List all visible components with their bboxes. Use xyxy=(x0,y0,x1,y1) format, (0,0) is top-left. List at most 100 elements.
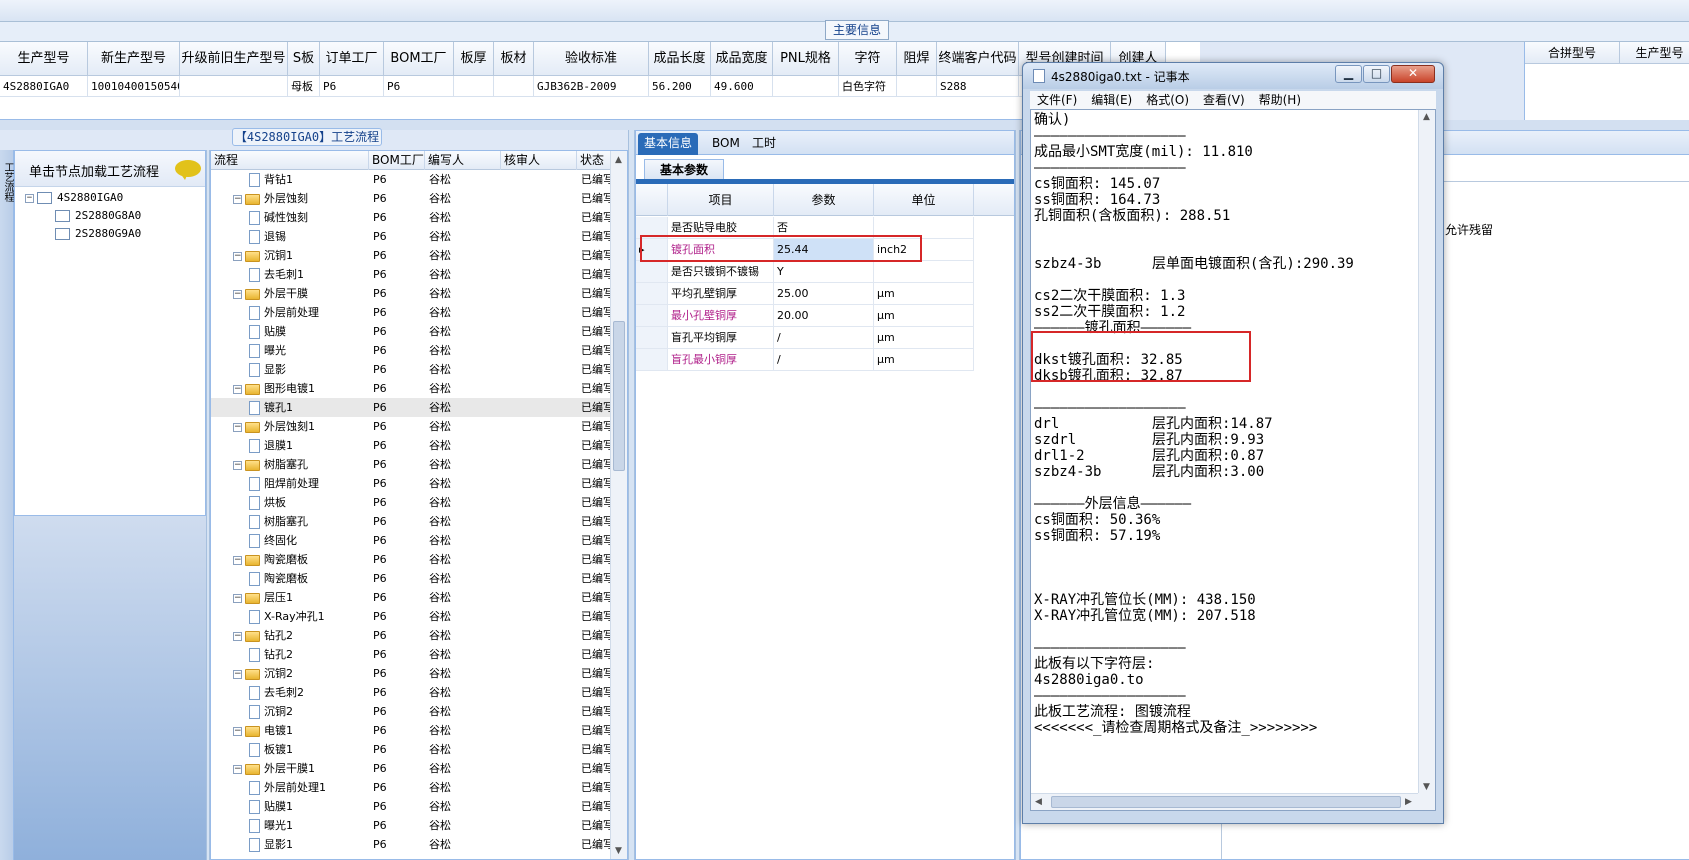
flow-row[interactable]: 树脂塞孔 P6 谷松 已编写 xyxy=(211,512,611,531)
flow-row[interactable]: 去毛刺2 P6 谷松 已编写 xyxy=(211,683,611,702)
main-col-header[interactable]: 板材 xyxy=(494,42,534,76)
row-indicator[interactable] xyxy=(636,261,668,283)
tab-bom[interactable]: BOM xyxy=(706,133,746,155)
tab-work-hours[interactable]: 工时 xyxy=(746,133,782,155)
notepad-menu-item[interactable]: 文件(F) xyxy=(1030,91,1084,109)
flow-step-cell[interactable]: − 树脂塞孔 xyxy=(233,455,369,474)
close-button[interactable]: ✕ xyxy=(1391,65,1435,83)
flow-row[interactable]: − 外层蚀刻 P6 谷松 已编写 xyxy=(211,189,611,208)
col-item[interactable]: 项目 xyxy=(668,184,774,216)
main-grid-data-row[interactable]: 4S2880IGA0 10010400150540 母板 P6 P6 GJB362B-20… xyxy=(0,76,1166,97)
main-col-header[interactable]: 升级前旧生产型号 xyxy=(180,42,288,76)
flow-step-cell[interactable]: 贴膜1 xyxy=(249,797,369,816)
main-col-header[interactable]: PNL规格 xyxy=(773,42,839,76)
collapse-icon[interactable]: − xyxy=(233,555,242,565)
collapse-icon[interactable]: − xyxy=(233,422,242,432)
flow-row[interactable]: 显影 P6 谷松 已编写 xyxy=(211,360,611,379)
main-cell[interactable]: 白色字符 xyxy=(839,76,897,97)
vertical-splitter[interactable] xyxy=(628,130,635,860)
flow-step-cell[interactable]: − 钻孔2 xyxy=(233,626,369,645)
flow-col-header[interactable]: BOM工厂 xyxy=(369,151,425,170)
flow-row[interactable]: 外层前处理1 P6 谷松 已编写 xyxy=(211,778,611,797)
param-value-cell[interactable]: 20.00 xyxy=(774,305,874,327)
flow-step-cell[interactable]: 贴膜 xyxy=(249,322,369,341)
main-col-header[interactable]: 终端客户代码 xyxy=(937,42,1019,76)
main-col-header[interactable]: 生产型号 xyxy=(0,42,88,76)
collapse-icon[interactable]: − xyxy=(233,194,242,204)
col-unit[interactable]: 单位 xyxy=(874,184,974,216)
main-cell[interactable]: S288 xyxy=(937,76,1019,97)
notepad-menu-item[interactable]: 帮助(H) xyxy=(1252,91,1308,109)
scroll-left-icon[interactable]: ◀ xyxy=(1035,797,1042,807)
param-value-cell[interactable]: / xyxy=(774,349,874,371)
param-row[interactable]: 盲孔平均铜厚 / μm xyxy=(636,327,1014,349)
flow-step-cell[interactable]: − 外层蚀刻 xyxy=(233,189,369,208)
flow-step-cell[interactable]: 外层前处理 xyxy=(249,303,369,322)
flow-col-header[interactable]: 流程 xyxy=(211,151,369,170)
flow-step-cell[interactable]: 终固化 xyxy=(249,531,369,550)
param-row[interactable]: 是否只镀铜不镀锡 Y xyxy=(636,261,1014,283)
col-value[interactable]: 参数 xyxy=(774,184,874,216)
flow-row[interactable]: − 层压1 P6 谷松 已编写 xyxy=(211,588,611,607)
flow-step-cell[interactable]: 阻焊前处理 xyxy=(249,474,369,493)
collapse-icon[interactable]: − xyxy=(233,764,242,774)
main-col-header[interactable]: 板厚 xyxy=(454,42,494,76)
flow-vertical-scrollbar[interactable]: ▲ ▼ xyxy=(610,151,627,859)
flow-row[interactable]: 贴膜1 P6 谷松 已编写 xyxy=(211,797,611,816)
row-indicator[interactable] xyxy=(636,305,668,327)
flow-step-cell[interactable]: 去毛刺1 xyxy=(249,265,369,284)
flow-row[interactable]: 退锡 P6 谷松 已编写 xyxy=(211,227,611,246)
collapse-icon[interactable]: − xyxy=(25,193,34,203)
main-cell[interactable]: GJB362B-2009 xyxy=(534,76,649,97)
notepad-hscroll-thumb[interactable] xyxy=(1051,796,1401,808)
flow-row[interactable]: − 沉铜2 P6 谷松 已编写 xyxy=(211,664,611,683)
main-col-header[interactable]: 订单工厂 xyxy=(320,42,384,76)
collapse-icon[interactable]: − xyxy=(233,251,242,261)
flow-step-cell[interactable]: 曝光 xyxy=(249,341,369,360)
flow-row[interactable]: 钻孔2 P6 谷松 已编写 xyxy=(211,645,611,664)
flow-row[interactable]: 外层前处理 P6 谷松 已编写 xyxy=(211,303,611,322)
flow-row[interactable]: − 电镀1 P6 谷松 已编写 xyxy=(211,721,611,740)
flow-step-cell[interactable]: − 外层干膜 xyxy=(233,284,369,303)
notepad-titlebar[interactable]: 4s2880iga0.txt - 记事本 ▁ □ ✕ xyxy=(1023,63,1443,89)
flow-step-cell[interactable]: 陶瓷磨板 xyxy=(249,569,369,588)
param-row[interactable]: 盲孔最小铜厚 / μm xyxy=(636,349,1014,371)
flow-row[interactable]: 显影1 P6 谷松 已编写 xyxy=(211,835,611,854)
param-row[interactable]: 最小孔壁铜厚 20.00 μm xyxy=(636,305,1014,327)
main-cell[interactable]: 4S2880IGA0 xyxy=(0,76,88,97)
main-cell[interactable] xyxy=(897,76,937,97)
notepad-vertical-scrollbar[interactable]: ▲ ▼ xyxy=(1418,110,1435,794)
main-col-header[interactable]: 新生产型号 xyxy=(88,42,180,76)
flow-row[interactable]: 阻焊前处理 P6 谷松 已编写 xyxy=(211,474,611,493)
flow-row[interactable]: − 外层干膜 P6 谷松 已编写 xyxy=(211,284,611,303)
collapse-icon[interactable]: − xyxy=(233,384,242,394)
flow-step-cell[interactable]: 碱性蚀刻 xyxy=(249,208,369,227)
collapse-icon[interactable]: − xyxy=(233,631,242,641)
flow-step-cell[interactable]: 树脂塞孔 xyxy=(249,512,369,531)
minimize-button[interactable]: ▁ xyxy=(1335,65,1362,83)
flow-step-cell[interactable]: 背钻1 xyxy=(249,170,369,189)
col-combined-model[interactable]: 合拼型号 xyxy=(1525,42,1620,64)
flow-row[interactable]: − 树脂塞孔 P6 谷松 已编写 xyxy=(211,455,611,474)
scroll-down-icon[interactable]: ▼ xyxy=(615,846,622,856)
tree-node-root[interactable]: − 4S2880IGA0 xyxy=(25,189,123,207)
main-cell[interactable] xyxy=(180,76,288,97)
collapse-icon[interactable]: − xyxy=(233,726,242,736)
flow-step-cell[interactable]: 钻孔2 xyxy=(249,645,369,664)
flow-row[interactable]: 曝光1 P6 谷松 已编写 xyxy=(211,816,611,835)
flow-step-cell[interactable]: − 陶瓷磨板 xyxy=(233,550,369,569)
flow-row[interactable]: 烘板 P6 谷松 已编写 xyxy=(211,493,611,512)
scroll-up-icon[interactable]: ▲ xyxy=(1423,112,1430,122)
collapse-icon[interactable]: − xyxy=(233,669,242,679)
flow-step-cell[interactable]: 烘板 xyxy=(249,493,369,512)
scroll-right-icon[interactable]: ▶ xyxy=(1405,797,1412,807)
notepad-text-area[interactable]: 确认) —————————————————— 成品最小SMT宽度(mil): 11.… xyxy=(1030,109,1436,811)
main-col-header[interactable]: 阻焊 xyxy=(897,42,937,76)
row-indicator[interactable] xyxy=(636,349,668,371)
flow-step-cell[interactable]: 镀孔1 xyxy=(249,398,369,417)
flow-step-cell[interactable]: − 层压1 xyxy=(233,588,369,607)
tree-node-child[interactable]: 2S2880G8A0 xyxy=(55,207,141,225)
flow-step-cell[interactable]: 曝光1 xyxy=(249,816,369,835)
main-col-header[interactable]: 验收标准 xyxy=(534,42,649,76)
flow-step-cell[interactable]: − 电镀1 xyxy=(233,721,369,740)
